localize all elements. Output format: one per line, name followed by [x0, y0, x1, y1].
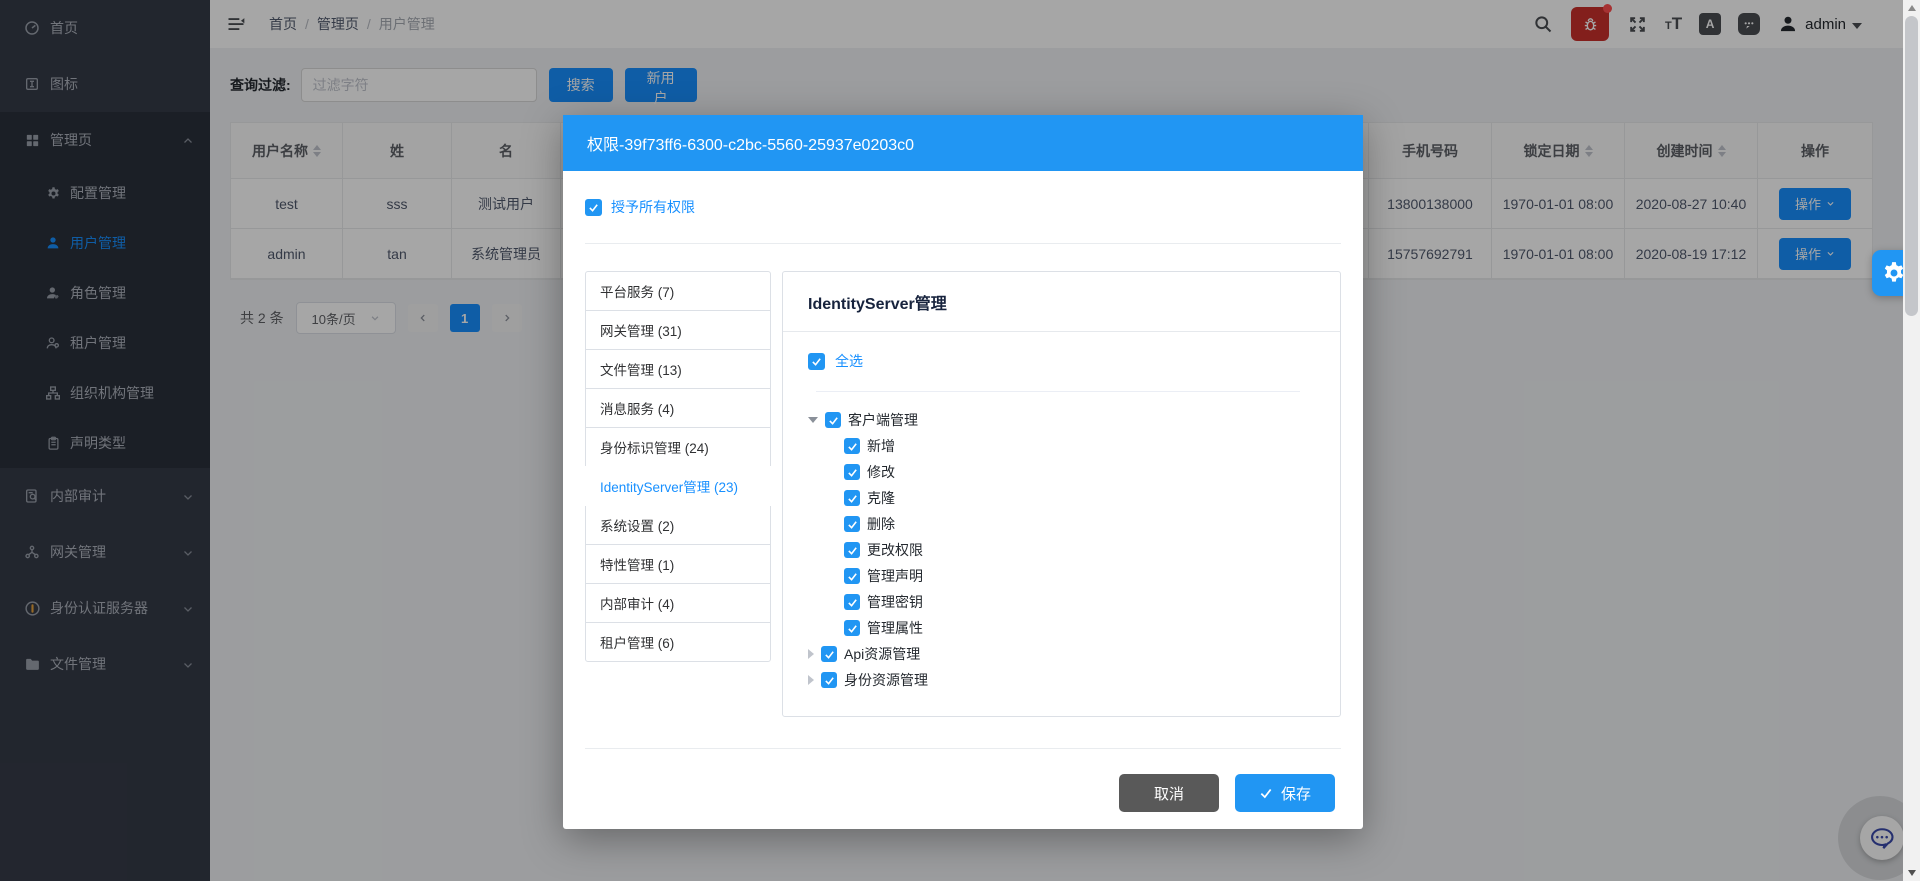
caret-expanded-icon[interactable] — [808, 417, 818, 423]
check-icon — [847, 545, 858, 556]
tree-node: 克隆 — [808, 485, 1315, 511]
scrollbar-thumb[interactable] — [1905, 16, 1918, 316]
tree-node: 客户端管理 — [808, 407, 1315, 433]
checkbox-checked-icon[interactable] — [844, 464, 860, 480]
tree-node: 管理密钥 — [808, 589, 1315, 615]
permissions-layout: 平台服务 (7) 网关管理 (31) 文件管理 (13) 消息服务 (4) 身份… — [585, 271, 1341, 717]
page-scrollbar[interactable] — [1903, 0, 1920, 881]
category-item[interactable]: 租户管理 (6) — [585, 622, 771, 662]
checkbox-checked-icon[interactable] — [844, 594, 860, 610]
modal-footer: 取消 保存 — [1119, 774, 1335, 812]
tree-node-label[interactable]: Api资源管理 — [844, 644, 920, 664]
category-item[interactable]: 系统设置 (2) — [585, 505, 771, 545]
select-all-label[interactable]: 全选 — [835, 351, 863, 371]
checkbox-checked-icon[interactable] — [825, 412, 841, 428]
checkbox-checked-icon[interactable] — [585, 199, 602, 216]
divider — [816, 391, 1300, 392]
check-icon — [588, 202, 599, 213]
tree-node: 管理属性 — [808, 615, 1315, 641]
tree-node: 管理声明 — [808, 563, 1315, 589]
permissions-modal: 权限-39f73ff6-6300-c2bc-5560-25937e0203c0 … — [563, 115, 1363, 829]
check-icon — [824, 649, 835, 660]
cancel-button[interactable]: 取消 — [1119, 774, 1219, 812]
tree-node-label[interactable]: 管理属性 — [867, 618, 923, 638]
checkbox-checked-icon[interactable] — [821, 672, 837, 688]
modal-body: 授予所有权限 平台服务 (7) 网关管理 (31) 文件管理 (13) 消息服务… — [563, 197, 1363, 717]
category-item[interactable]: 特性管理 (1) — [585, 544, 771, 584]
check-icon — [847, 493, 858, 504]
tree-node: 身份资源管理 — [808, 667, 1315, 693]
category-item[interactable]: 身份标识管理 (24) — [585, 427, 771, 467]
checkbox-checked-icon[interactable] — [844, 620, 860, 636]
checkbox-checked-icon[interactable] — [844, 490, 860, 506]
check-icon — [847, 597, 858, 608]
caret-collapsed-icon[interactable] — [808, 675, 814, 685]
tree-node-label[interactable]: 更改权限 — [867, 540, 923, 560]
permission-detail-panel: IdentityServer管理 全选 — [782, 271, 1341, 717]
category-item-active[interactable]: IdentityServer管理 (23) — [585, 466, 771, 506]
checkbox-checked-icon[interactable] — [808, 353, 825, 370]
tree-node-label[interactable]: 身份资源管理 — [844, 670, 928, 690]
checkbox-checked-icon[interactable] — [844, 438, 860, 454]
check-icon — [811, 356, 822, 367]
check-icon — [847, 571, 858, 582]
category-item[interactable]: 内部审计 (4) — [585, 583, 771, 623]
grant-all-label[interactable]: 授予所有权限 — [611, 197, 695, 217]
tree-node: 删除 — [808, 511, 1315, 537]
tree-node-label[interactable]: 管理声明 — [867, 566, 923, 586]
permission-tree: 客户端管理 新增 修改 — [808, 407, 1315, 693]
tree-node-label[interactable]: 管理密钥 — [867, 592, 923, 612]
save-button-label: 保存 — [1281, 783, 1311, 804]
caret-collapsed-icon[interactable] — [808, 649, 814, 659]
check-icon — [828, 415, 839, 426]
panel-title: IdentityServer管理 — [783, 272, 1340, 332]
tree-node: 新增 — [808, 433, 1315, 459]
tree-node: 修改 — [808, 459, 1315, 485]
check-icon — [847, 441, 858, 452]
tree-node: 更改权限 — [808, 537, 1315, 563]
permission-category-list: 平台服务 (7) 网关管理 (31) 文件管理 (13) 消息服务 (4) 身份… — [585, 271, 771, 662]
category-item[interactable]: 文件管理 (13) — [585, 349, 771, 389]
divider — [585, 243, 1341, 244]
tree-node-label[interactable]: 删除 — [867, 514, 895, 534]
check-icon — [847, 467, 858, 478]
category-item[interactable]: 消息服务 (4) — [585, 388, 771, 428]
modal-title: 权限-39f73ff6-6300-c2bc-5560-25937e0203c0 — [563, 115, 1363, 171]
app-root: 首页 图标 管理页 配置管理 — [0, 0, 1920, 881]
footer-divider — [585, 748, 1341, 749]
check-icon — [1259, 786, 1273, 800]
tree-node-label[interactable]: 新增 — [867, 436, 895, 456]
checkbox-checked-icon[interactable] — [844, 542, 860, 558]
grant-all-row: 授予所有权限 — [585, 197, 1341, 217]
checkbox-checked-icon[interactable] — [844, 568, 860, 584]
category-item[interactable]: 平台服务 (7) — [585, 271, 771, 311]
panel-body: 全选 客户端管理 新增 — [783, 332, 1340, 693]
tree-node-label[interactable]: 克隆 — [867, 488, 895, 508]
scrollbar-down-arrow[interactable] — [1903, 865, 1920, 881]
tree-node-label[interactable]: 修改 — [867, 462, 895, 482]
scrollbar-up-arrow[interactable] — [1903, 0, 1920, 16]
checkbox-checked-icon[interactable] — [821, 646, 837, 662]
save-button[interactable]: 保存 — [1235, 774, 1335, 812]
tree-node: Api资源管理 — [808, 641, 1315, 667]
check-icon — [847, 519, 858, 530]
category-item[interactable]: 网关管理 (31) — [585, 310, 771, 350]
select-all-row: 全选 — [808, 351, 1315, 371]
checkbox-checked-icon[interactable] — [844, 516, 860, 532]
tree-node-label[interactable]: 客户端管理 — [848, 410, 918, 430]
check-icon — [824, 675, 835, 686]
check-icon — [847, 623, 858, 634]
